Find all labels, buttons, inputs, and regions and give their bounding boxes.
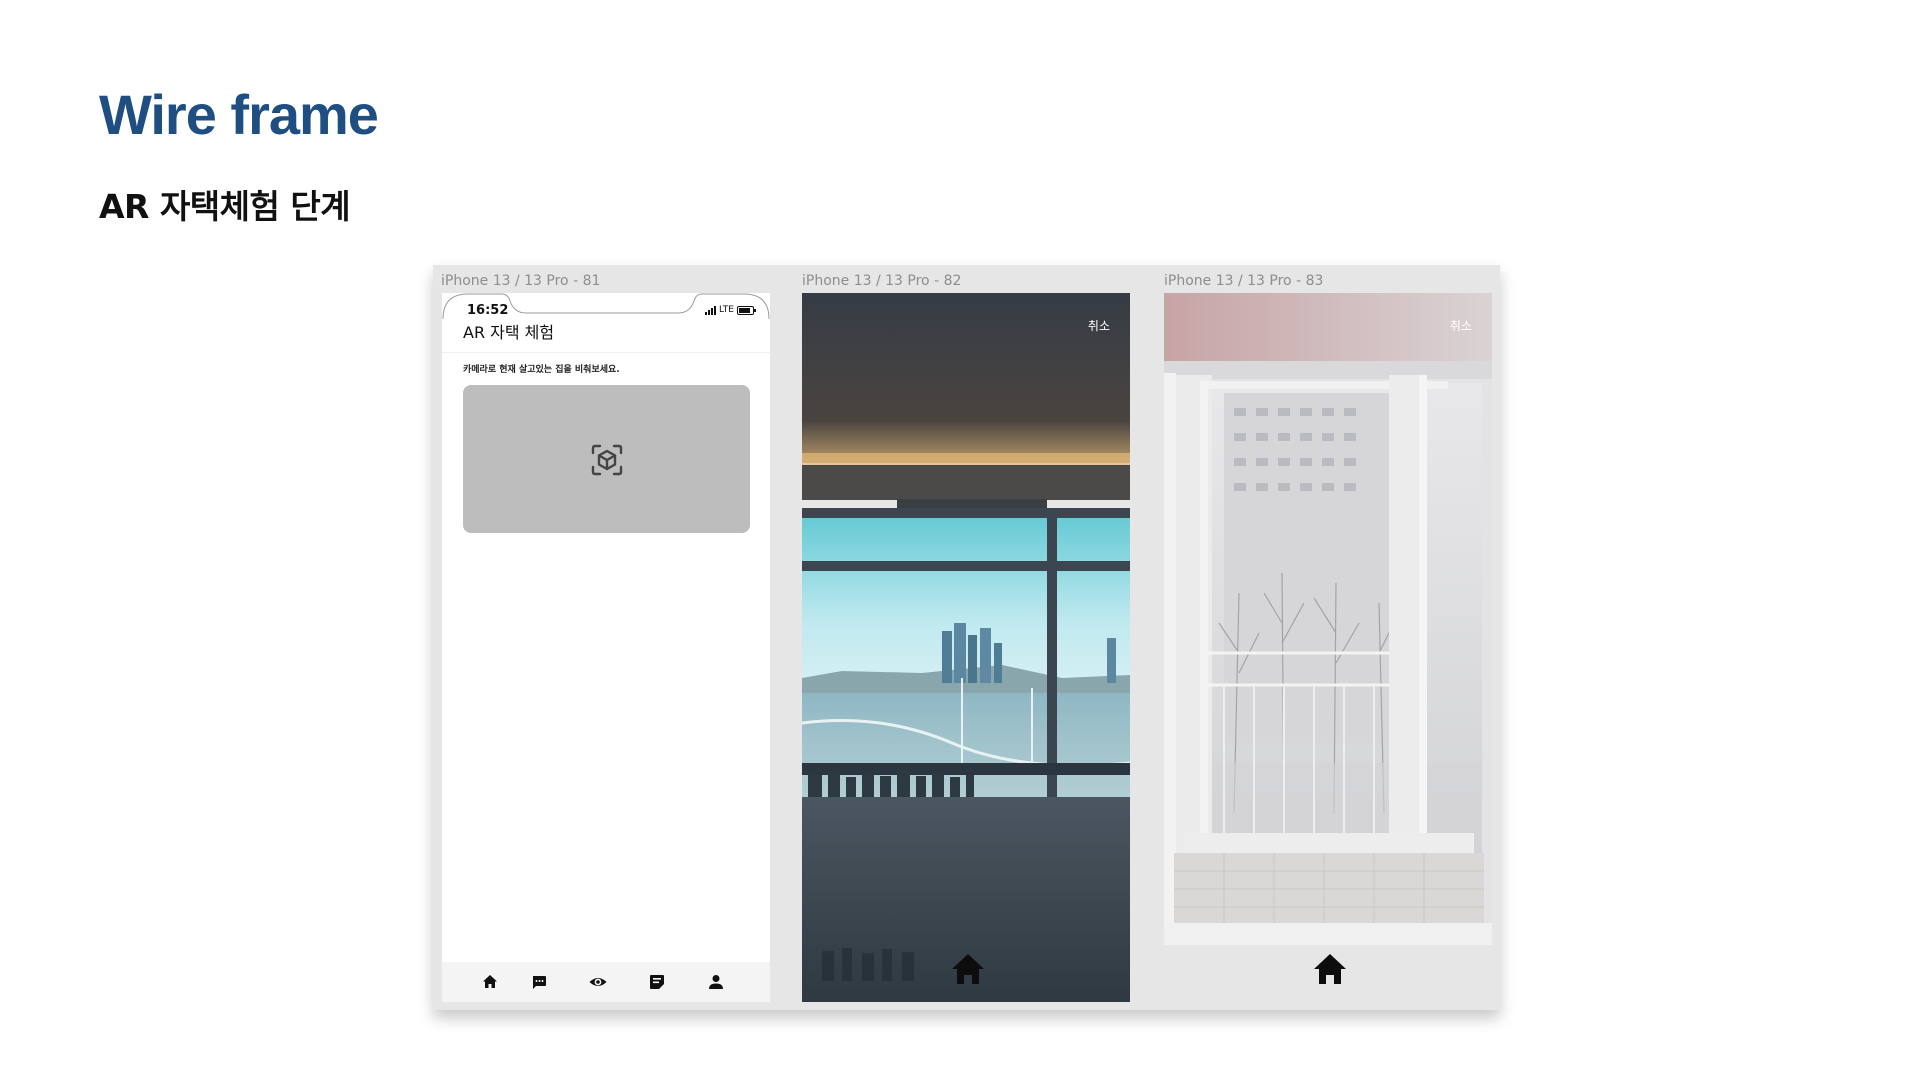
frame-label-83: iPhone 13 / 13 Pro - 83	[1164, 273, 1324, 289]
status-time: 16:52	[467, 303, 509, 318]
frame-label-81: iPhone 13 / 13 Pro - 81	[441, 273, 601, 289]
signal-icon	[705, 305, 717, 315]
phone-frame-ar-camera-1: 취소	[802, 293, 1130, 1002]
camera-view-image	[1164, 293, 1492, 1002]
status-icons: LTE	[705, 305, 756, 315]
home-icon[interactable]	[480, 972, 500, 992]
ar-cube-scan-icon	[591, 444, 623, 476]
header-divider	[442, 352, 770, 353]
cancel-button[interactable]: 취소	[1088, 317, 1110, 334]
slide-title: Wire frame	[99, 83, 379, 146]
network-type: LTE	[719, 305, 734, 315]
note-icon[interactable]	[647, 972, 667, 992]
instruction-text: 카메라로 현재 살고있는 집을 비춰보세요.	[463, 365, 620, 375]
frame-label-82: iPhone 13 / 13 Pro - 82	[802, 273, 962, 289]
person-icon[interactable]	[706, 972, 726, 992]
home-icon[interactable]	[950, 952, 986, 986]
phone-frame-ar-intro: 16:52 LTE AR 자택 체험 카메라로 현재 살고있는 집을 비춰보세요…	[442, 293, 770, 1002]
home-icon[interactable]	[1312, 952, 1348, 986]
slide-subtitle: AR 자택체험 단계	[99, 187, 351, 226]
bottom-tab-bar	[442, 962, 770, 1002]
chat-icon[interactable]	[529, 972, 549, 992]
camera-view-image	[802, 293, 1130, 1002]
phone-frame-ar-camera-2: 취소	[1164, 293, 1492, 1002]
screen-title: AR 자택 체험	[463, 323, 555, 342]
cancel-button[interactable]: 취소	[1450, 317, 1472, 334]
design-canvas: iPhone 13 / 13 Pro - 81 iPhone 13 / 13 P…	[433, 265, 1500, 1010]
battery-icon	[737, 305, 756, 315]
ar-camera-start-card[interactable]	[463, 385, 750, 533]
eye-icon[interactable]	[588, 972, 608, 992]
